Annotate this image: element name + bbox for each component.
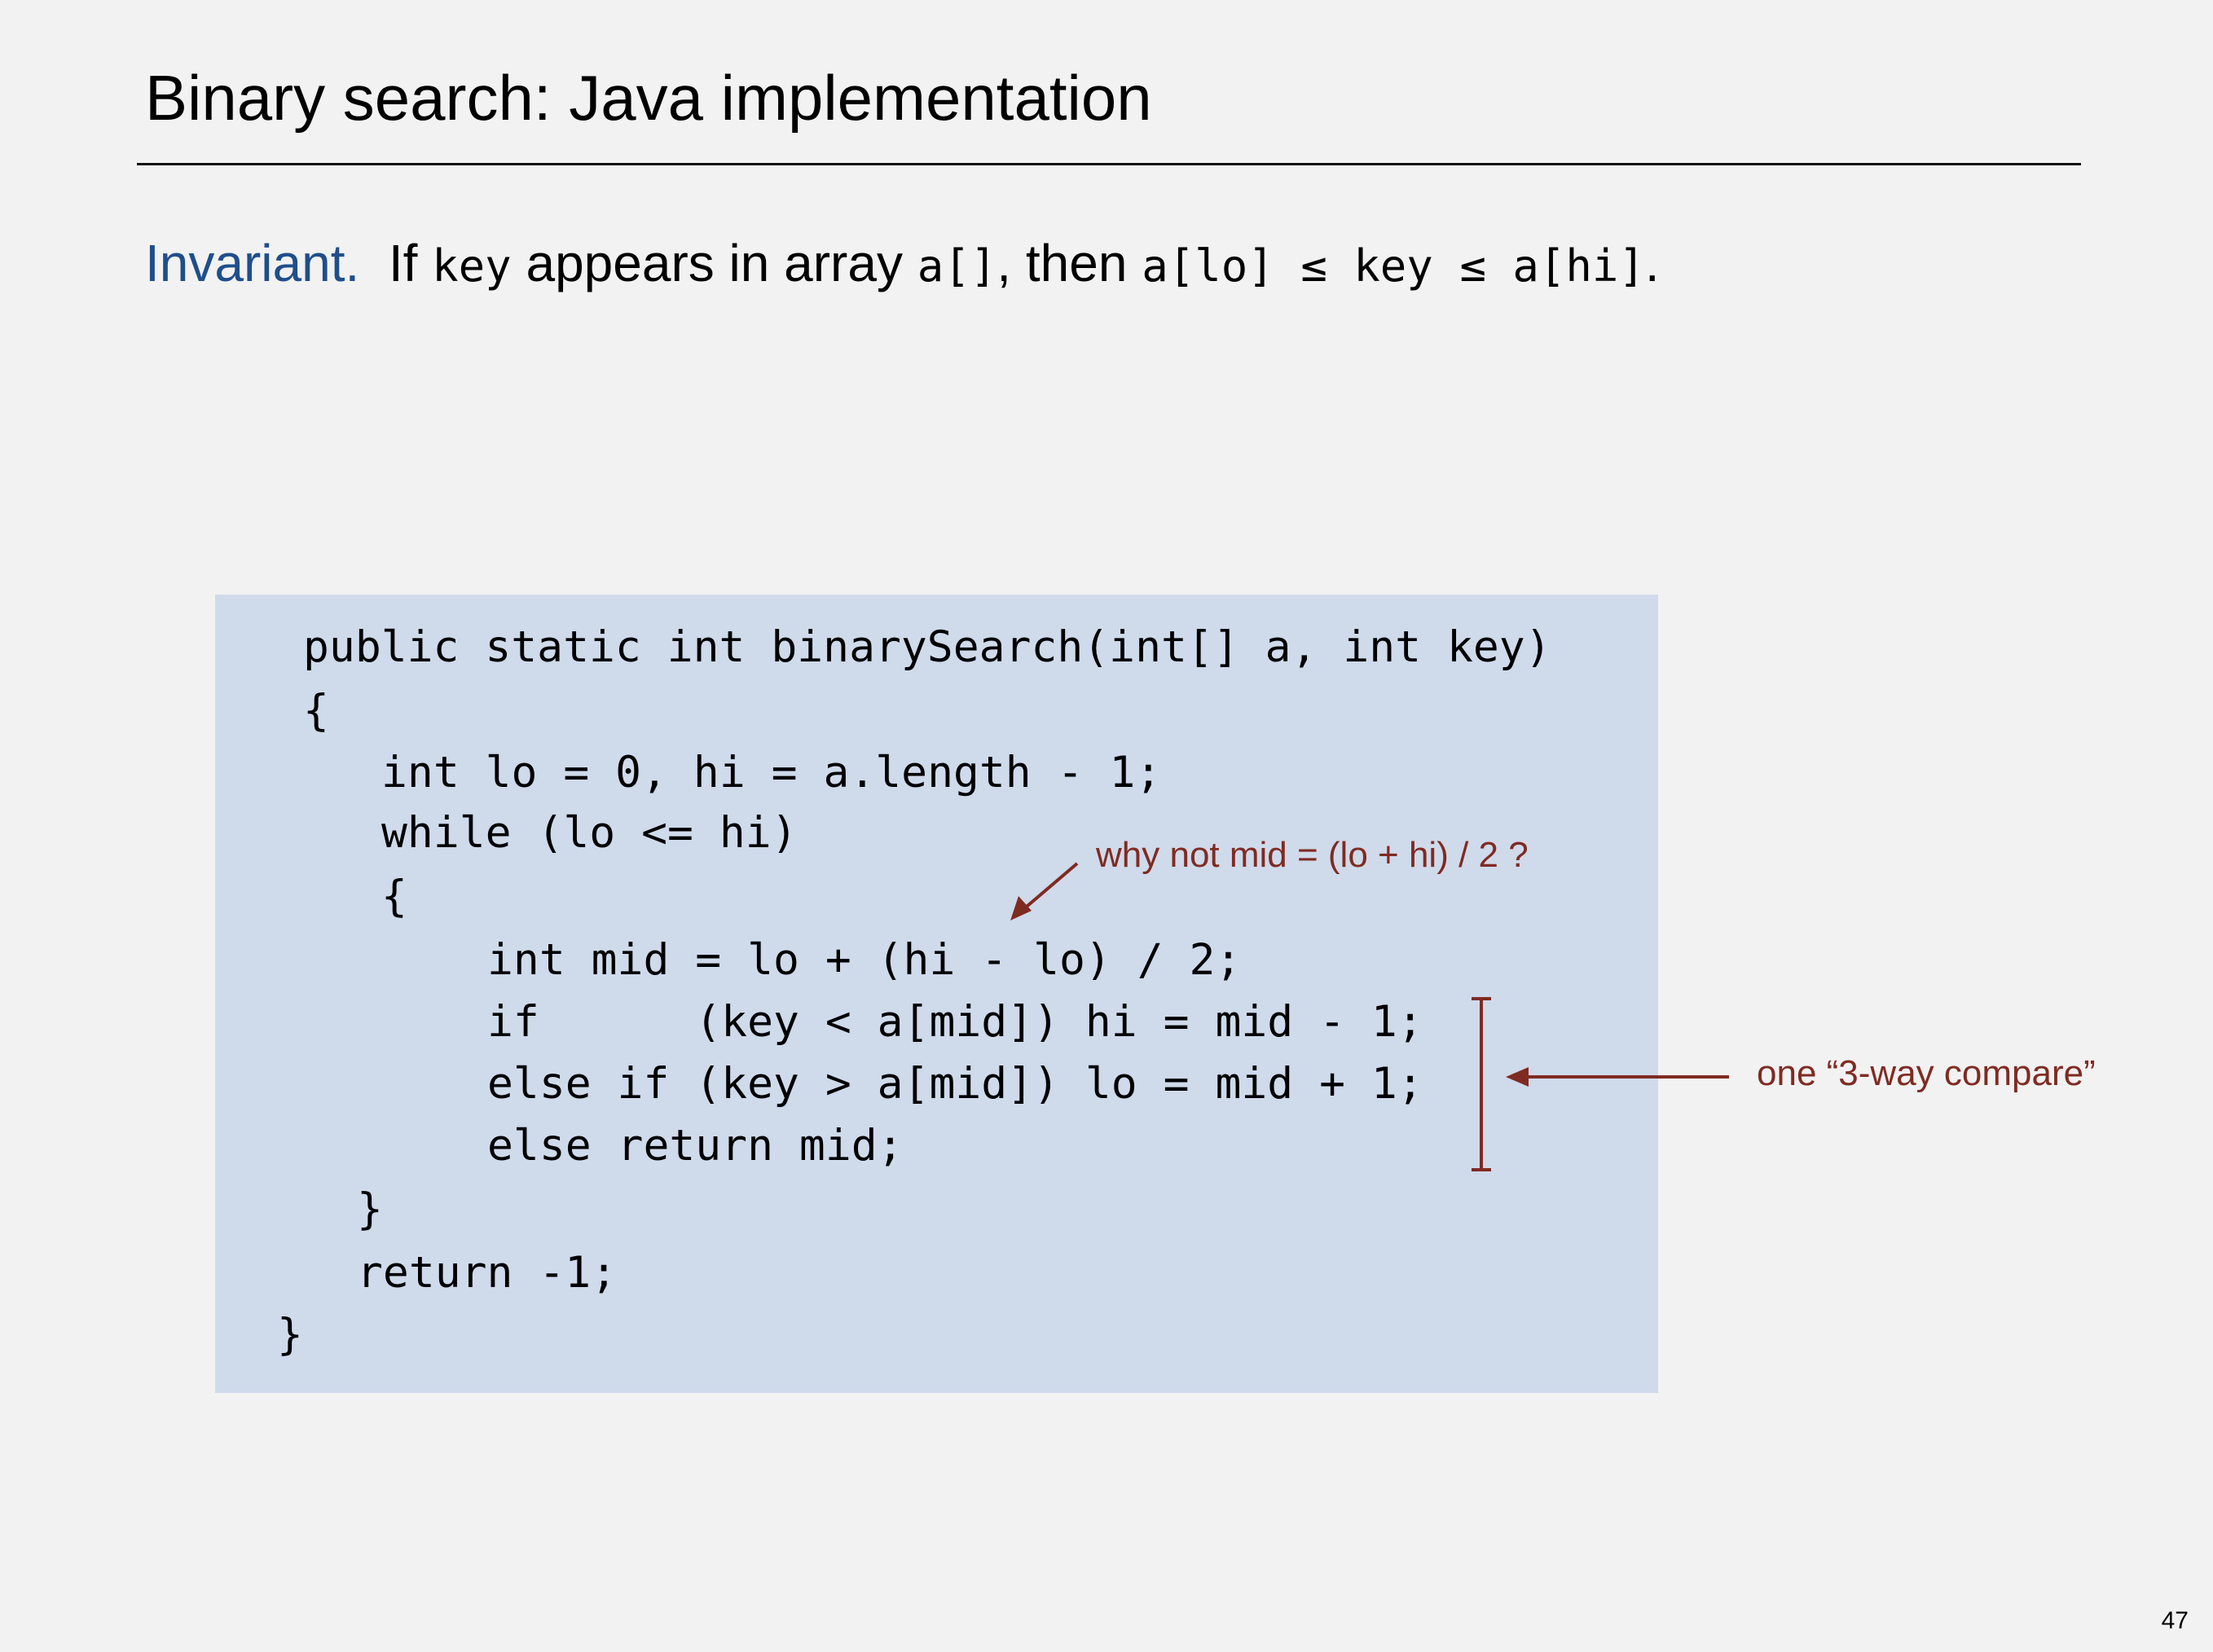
mid-question-arrowhead [1010, 896, 1032, 920]
page-number: 47 [2161, 1607, 2189, 1634]
compare-arrowhead [1506, 1067, 1529, 1087]
annotation-arrows [1010, 862, 1729, 1171]
mid-question-arrow [1020, 862, 1079, 912]
